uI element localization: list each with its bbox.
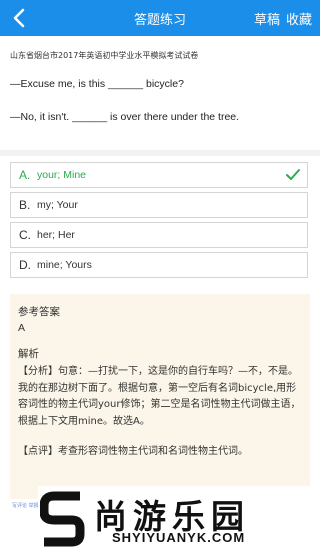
favorite-button[interactable]: 收藏 — [286, 9, 312, 28]
option-c[interactable]: C. her; Her — [10, 222, 308, 248]
question-line-2: —No, it isn't. ______ is over there unde… — [10, 111, 240, 123]
watermark-en: SHYIYUANYK.COM — [112, 530, 246, 545]
question-line-1: —Excuse me, is this ______ bicycle? — [10, 78, 184, 90]
option-letter: D. — [19, 258, 31, 272]
check-icon — [286, 169, 300, 180]
reference-answer-title: 参考答案 — [18, 306, 60, 318]
answer-panel: 参考答案 A 解析 【分析】句意：—打扰一下，这是你的自行车吗？—不，不是。我的… — [10, 294, 310, 499]
s-logo-icon — [40, 491, 85, 547]
explanation-title: 解析 — [18, 348, 39, 360]
analysis-text: 【分析】句意：—打扰一下，这是你的自行车吗？—不，不是。我的在那边树下面了。根据… — [18, 366, 301, 427]
option-a[interactable]: A. your; Mine — [10, 162, 308, 188]
option-b[interactable]: B. my; Your — [10, 192, 308, 218]
option-text: your; Mine — [37, 169, 87, 181]
draft-button[interactable]: 草稿 — [254, 9, 280, 28]
option-text: her; Her — [37, 229, 75, 241]
option-text: mine; Yours — [37, 259, 92, 271]
comment-text: 【点评】考查形容词性物主代词和名词性物主代词。 — [18, 446, 248, 457]
section-divider — [0, 150, 320, 156]
option-letter: A. — [19, 168, 31, 182]
option-text: my; Your — [37, 199, 78, 211]
option-d[interactable]: D. mine; Yours — [10, 252, 308, 278]
question-source: 山东省烟台市2017年英语初中学业水平模拟考试试卷 — [10, 51, 199, 60]
top-bar: 答题练习 草稿 收藏 — [0, 0, 320, 36]
reference-answer: A — [18, 322, 26, 334]
option-letter: B. — [19, 198, 31, 212]
watermark: 尚游乐园 SHYIYUANYK.COM — [38, 486, 320, 552]
option-letter: C. — [19, 228, 31, 242]
